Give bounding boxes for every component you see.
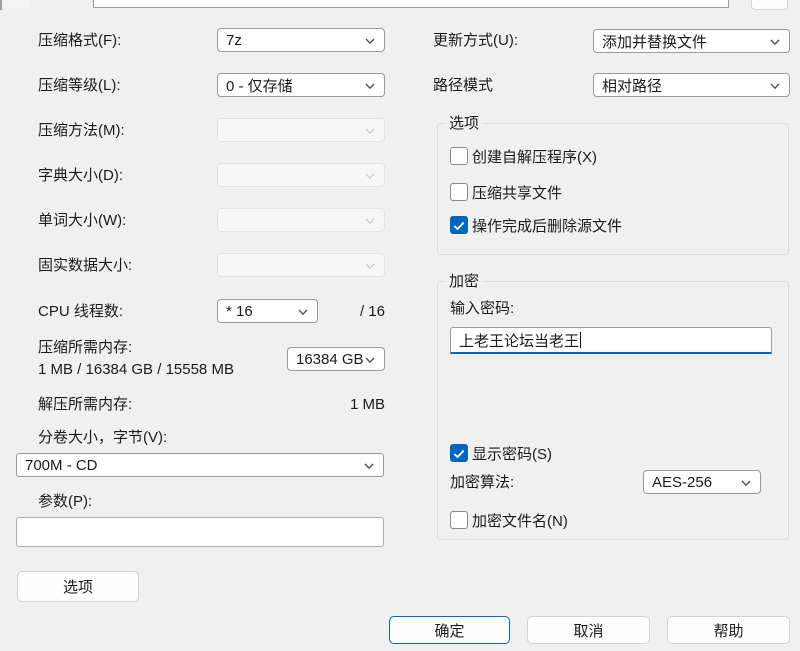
check-icon [452,219,466,233]
browse-button[interactable] [751,0,788,10]
help-button[interactable]: 帮助 [667,616,790,644]
dictionary-select [217,163,385,187]
encryption-method-label: 加密算法: [450,474,514,492]
chevron-down-icon [364,79,376,91]
cancel-button[interactable]: 取消 [527,616,650,644]
chevron-down-icon [740,476,752,488]
ok-button-label: 确定 [434,620,464,641]
window-corner-fragment [2,0,30,8]
word-size-select [217,208,385,232]
memory-limit-select[interactable]: 16384 GB [287,347,385,371]
cpu-threads-value: * 16 [226,303,253,320]
text-cursor [580,332,581,348]
update-mode-label: 更新方式(U): [433,32,518,50]
update-mode-select[interactable]: 添加并替换文件 [593,29,790,53]
encryption-group: 加密 [437,281,789,540]
chevron-down-icon [769,35,781,47]
encryption-method-value: AES-256 [652,474,712,491]
level-label: 压缩等级(L): [38,77,121,95]
check-icon [452,447,466,461]
update-mode-value: 添加并替换文件 [602,31,707,52]
format-label: 压缩格式(F): [38,32,121,50]
chevron-down-icon [364,214,376,226]
memory-limit-value: 16384 GB [296,351,364,368]
solid-size-label: 固实数据大小: [38,257,132,275]
decompress-memory-value: 1 MB [330,396,385,414]
encryption-method-select[interactable]: AES-256 [643,470,761,494]
chevron-down-icon [364,34,376,46]
help-button-label: 帮助 [713,620,743,641]
add-to-archive-dialog: 压缩格式(F): 压缩等级(L): 压缩方法(M): 字典大小(D): 单词大小… [0,0,800,651]
chevron-down-icon [769,79,781,91]
format-value: 7z [226,32,242,49]
encryption-group-title: 加密 [445,273,483,291]
show-password-checkbox[interactable] [450,444,468,462]
compress-memory-label: 压缩所需内存: [38,339,132,357]
decompress-memory-label: 解压所需内存: [38,396,132,414]
ok-button[interactable]: 确定 [389,616,510,644]
cpu-threads-max: / 16 [340,303,385,321]
method-label: 压缩方法(M): [38,122,125,140]
delete-source-label[interactable]: 操作完成后删除源文件 [472,218,622,236]
password-value: 上老王论坛当老王 [459,330,579,351]
shared-files-label[interactable]: 压缩共享文件 [472,185,562,203]
level-value: 0 - 仅存储 [226,75,293,96]
chevron-down-icon [364,124,376,136]
volume-size-combobox[interactable]: 700M - CD [16,453,384,477]
chevron-down-icon [364,259,376,271]
delete-source-checkbox[interactable] [450,216,468,234]
path-mode-label: 路径模式 [433,77,493,95]
encrypt-filenames-label[interactable]: 加密文件名(N) [472,513,568,531]
cpu-threads-label: CPU 线程数: [38,303,123,321]
options-group-title: 选项 [445,115,483,133]
chevron-down-icon [364,353,376,365]
level-select[interactable]: 0 - 仅存储 [217,73,385,97]
chevron-down-icon [363,459,375,471]
options-button-label: 选项 [63,576,93,597]
volume-size-label: 分卷大小，字节(V): [38,429,167,447]
cpu-threads-select[interactable]: * 16 [217,299,318,323]
chevron-down-icon [364,169,376,181]
solid-size-select [217,253,385,277]
create-sfx-label[interactable]: 创建自解压程序(X) [472,149,597,167]
method-select [217,118,385,142]
password-input[interactable]: 上老王论坛当老王 [450,327,772,354]
show-password-label[interactable]: 显示密码(S) [472,446,552,464]
volume-size-value: 700M - CD [25,457,98,474]
encrypt-filenames-checkbox[interactable] [450,511,468,529]
dictionary-label: 字典大小(D): [38,167,123,185]
word-size-label: 单词大小(W): [38,212,126,230]
cancel-button-label: 取消 [573,620,603,641]
password-label: 输入密码: [450,300,514,318]
archive-name-input[interactable] [93,0,729,8]
chevron-down-icon [297,305,309,317]
options-button[interactable]: 选项 [17,571,139,602]
parameters-input[interactable] [16,517,384,547]
path-mode-select[interactable]: 相对路径 [593,73,790,97]
create-sfx-checkbox[interactable] [450,147,468,165]
shared-files-checkbox[interactable] [450,183,468,201]
parameters-label: 参数(P): [38,493,92,511]
compress-memory-detail: 1 MB / 16384 GB / 15558 MB [38,361,234,379]
path-mode-value: 相对路径 [602,75,662,96]
format-select[interactable]: 7z [217,28,385,52]
